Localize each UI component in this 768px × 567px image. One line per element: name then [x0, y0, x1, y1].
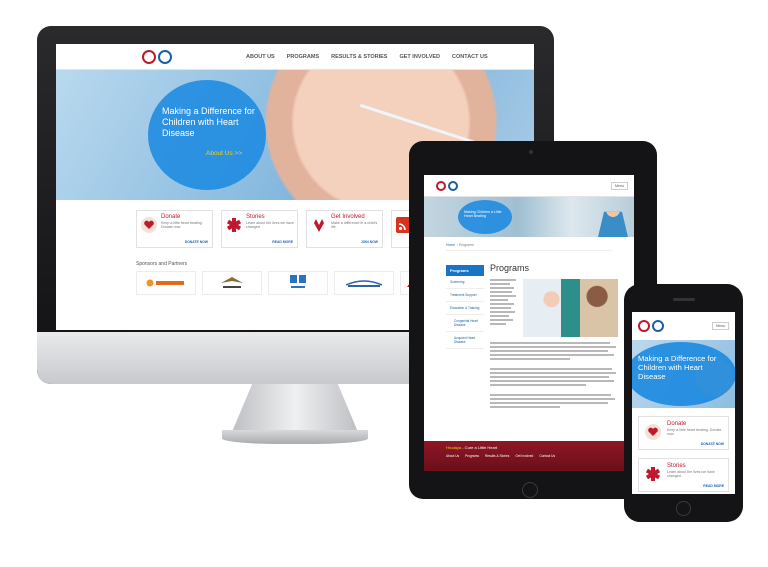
card-desc: Learn about the lives we have changed. — [246, 221, 294, 230]
programs-sidebar: Programs Screening Treatment Support Edu… — [446, 265, 484, 349]
hero-title: Making a Difference for Children with He… — [638, 354, 717, 382]
card-desc: Make a difference in a child's life. — [331, 221, 378, 230]
footer-tagline: - Cure a Little Heart — [461, 445, 498, 450]
sponsor-logo[interactable] — [136, 271, 196, 295]
sponsor-logo-dancraft-icon — [146, 279, 184, 287]
sponsor-logo[interactable] — [202, 271, 262, 295]
heart-hand-icon — [141, 217, 157, 233]
card-desc: Keep a little heart beating. Donate now. — [667, 428, 722, 437]
breadcrumb-current: Programs — [459, 243, 474, 247]
phone-hero: Making a Difference for Children with He… — [632, 340, 735, 408]
hrudaya-logo-icon[interactable] — [436, 180, 458, 191]
ipad-camera — [529, 150, 533, 154]
join-now-link[interactable]: JOIN NOW — [361, 240, 378, 244]
card-desc: Keep a little heart beating. Donate now. — [161, 221, 203, 230]
tablet-screen: Menu Making Children a Little Heart Beat… — [424, 175, 634, 471]
sponsor-logo-partner-icon — [345, 280, 383, 287]
hero-title: Making Children a Little Heart Beating — [464, 210, 502, 219]
desktop-menu: ABOUT US PROGRAMS RESULTS & STORIES GET … — [246, 54, 488, 60]
page-title: Programs — [490, 263, 530, 273]
responsive-mockup-scene: ABOUT US PROGRAMS RESULTS & STORIES GET … — [0, 0, 768, 567]
card-stories[interactable]: Stories Learn about the lives we have ch… — [221, 210, 298, 248]
tablet-menu-button[interactable]: Menu — [611, 181, 628, 190]
phone-screen: Menu Making a Difference for Children wi… — [632, 312, 735, 494]
medical-star-icon — [645, 467, 661, 481]
nav-contact-us[interactable]: CONTACT US — [452, 54, 488, 60]
footer-link-get-involved[interactable]: Get Involved — [515, 454, 533, 458]
desktop-feature-cards: Donate Keep a little heart beating. Dona… — [136, 210, 421, 248]
sidebar-heading[interactable]: Programs — [446, 265, 484, 276]
donate-now-link[interactable]: DONATE NOW — [185, 240, 208, 244]
hrudaya-logo-icon[interactable] — [142, 49, 172, 64]
intro-text-block — [490, 279, 520, 327]
card-get-involved[interactable]: Get Involved Make a difference in a chil… — [306, 210, 383, 248]
hero-title: Making a Difference for Children with He… — [162, 106, 255, 138]
hands-icon — [314, 219, 324, 232]
iphone-speaker — [673, 298, 695, 301]
nav-results-stories[interactable]: RESULTS & STORIES — [331, 54, 387, 60]
phone-navbar: Menu — [632, 312, 735, 340]
card-title: Donate — [161, 214, 181, 220]
card-donate[interactable]: Donate Keep a little heart beating. Dona… — [136, 210, 213, 248]
hrudaya-logo-icon[interactable] — [638, 320, 664, 332]
sidebar-item-congenital[interactable]: Congenital Heart Disease — [446, 315, 484, 332]
read-more-link[interactable]: READ MORE — [703, 484, 724, 488]
card-title: Stories — [667, 463, 686, 469]
hero-doctor-photo — [598, 211, 628, 237]
footer-brand: Hrudaya — [446, 445, 462, 450]
desktop-navbar: ABOUT US PROGRAMS RESULTS & STORIES GET … — [56, 44, 534, 70]
footer-link-contact[interactable]: Contact Us — [539, 454, 555, 458]
footer-link-programs[interactable]: Programs — [465, 454, 479, 458]
card-title: Stories — [246, 214, 265, 220]
phone-menu-button[interactable]: Menu — [712, 322, 729, 330]
donate-now-link[interactable]: DONATE NOW — [701, 442, 724, 446]
breadcrumb: Home › Programs — [446, 243, 612, 251]
sponsors-row — [136, 271, 440, 295]
tablet-footer: Hrudaya - Cure a Little Heart About Us P… — [424, 441, 634, 471]
sidebar-item-education-training[interactable]: Education & Training — [446, 302, 484, 315]
nav-programs[interactable]: PROGRAMS — [287, 54, 319, 60]
sidebar-item-acquired[interactable]: Acquired Heart Disease — [446, 332, 484, 349]
body-text-block — [490, 342, 618, 410]
imac-foot — [222, 430, 368, 444]
footer-title: Hrudaya - Cure a Little Heart — [446, 445, 612, 450]
iphone-home-button[interactable] — [676, 501, 691, 516]
card-donate[interactable]: Donate Keep a little heart beating. Dona… — [638, 416, 729, 450]
heart-hand-icon — [645, 424, 661, 440]
doctor-patient-photo — [523, 279, 618, 337]
card-stories[interactable]: Stories Learn about the lives we have ch… — [638, 458, 729, 492]
card-title: Get Involved — [331, 214, 365, 220]
sponsor-logo-bluecross-icon — [290, 275, 306, 288]
card-title: Donate — [667, 421, 687, 427]
hero-about-link[interactable]: About Us >> — [206, 150, 242, 157]
footer-link-about[interactable]: About Us — [446, 454, 459, 458]
medical-star-icon — [226, 218, 242, 232]
tablet-navbar: Menu — [424, 175, 634, 197]
read-more-link[interactable]: READ MORE — [272, 240, 293, 244]
imac-stand — [232, 384, 358, 432]
sponsor-logo[interactable] — [268, 271, 328, 295]
tablet-hero: Making Children a Little Heart Beating — [424, 197, 634, 237]
footer-links: About Us Programs Results & Stories Get … — [446, 454, 612, 458]
ipad-home-button[interactable] — [522, 482, 538, 498]
nav-about-us[interactable]: ABOUT US — [246, 54, 275, 60]
sponsors-heading: Sponsors and Partners — [136, 261, 188, 267]
breadcrumb-home[interactable]: Home — [446, 243, 455, 247]
card-desc: Learn about the lives we have changed. — [667, 470, 715, 479]
footer-link-results[interactable]: Results & Stories — [485, 454, 509, 458]
sidebar-item-treatment-support[interactable]: Treatment Support — [446, 289, 484, 302]
sponsor-logo-eagle-icon — [221, 277, 243, 288]
sponsor-logo[interactable] — [334, 271, 394, 295]
sidebar-item-screening[interactable]: Screening — [446, 276, 484, 289]
nav-get-involved[interactable]: GET INVOLVED — [399, 54, 440, 60]
